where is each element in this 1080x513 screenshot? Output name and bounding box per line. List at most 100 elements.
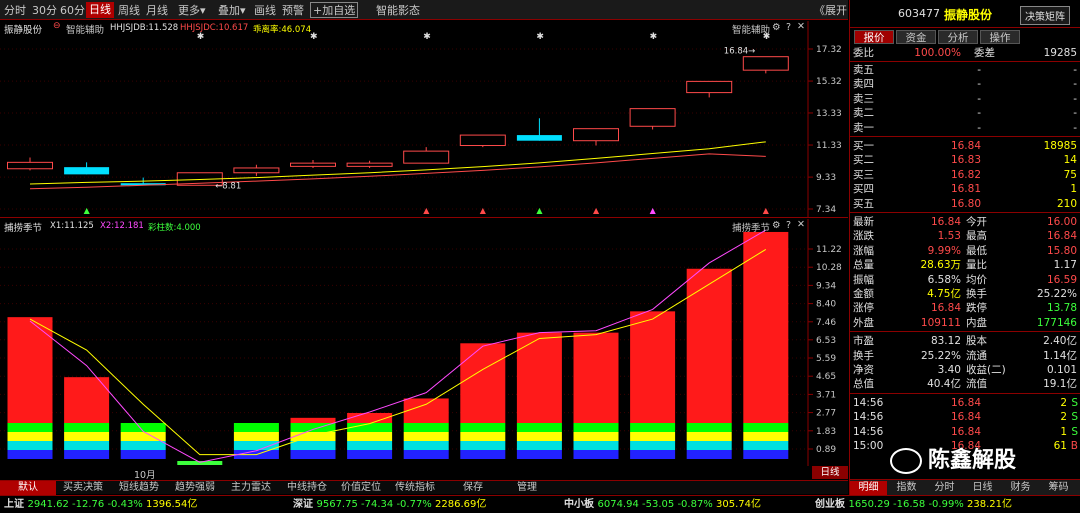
quote-bottom-tab[interactable]: 日线 [964,481,1001,495]
help-icon[interactable]: ? [786,220,791,231]
indicator-color-band [460,423,506,432]
tab-weekly[interactable]: 周线 [118,3,140,18]
indicator-bar [743,231,789,423]
value-tick-label: 8.40 [816,300,836,310]
indicator-color-band [290,450,336,459]
template-tab[interactable]: 价值定位 [334,481,388,495]
period-badge: 日线 [812,466,848,479]
indicator-dropdown-icon[interactable]: ⊖ [53,21,61,31]
indicator-color-band [573,450,619,459]
template-tab[interactable]: 趋势强弱 [168,481,222,495]
ask-price: - [977,78,981,91]
fund-value: 0.101 [1046,364,1077,376]
expand-button[interactable]: 《展开 [814,3,847,18]
candle-body [459,134,506,147]
index-quote[interactable]: 中小板 6074.94 -53.05 -0.87% 305.74亿 [564,496,761,513]
index-quote[interactable]: 创业板 1650.29 -16.58 -0.99% 238.21亿 [815,496,1012,513]
template-tab[interactable]: 买卖决策 [56,481,110,495]
indicator-panel[interactable]: 11.22 10.28 9.34 8.40 7.46 6.53 5.59 4.65 3.71 2.… [0,219,848,466]
ask-volume: - [1073,107,1077,120]
alert-button[interactable]: 预警 [282,3,304,18]
help-icon[interactable]: ? [786,22,791,33]
value-tick-label: 0.89 [816,445,836,455]
quote-bottom-tab[interactable]: 指数 [888,481,925,495]
ask-label: 卖一 [853,121,874,134]
indicator-color-band [686,423,732,432]
ask-volume: - [1073,78,1077,91]
quote-bottom-tab[interactable]: 分时 [926,481,963,495]
indicator-bar-count: 彩柱数:4.000 [148,223,201,233]
template-tab[interactable]: 默认 [0,481,56,495]
decision-matrix-button[interactable]: 决策矩阵 [1020,6,1070,25]
indicator-color-band [630,441,676,450]
price-tick-label: 11.33 [816,141,842,151]
template-tab[interactable]: 保存 [446,481,500,495]
tab-intraday[interactable]: 分时 [4,3,26,18]
template-tab[interactable]: 中线持仓 [280,481,334,495]
index-name: 深证 [293,499,317,510]
fund-value: 83.12 [930,335,961,348]
stat-value: 4.75亿 [927,288,961,300]
bid-price: 16.84 [950,140,981,152]
template-tab[interactable]: 管理 [500,481,554,495]
divider [850,392,1080,394]
close-icon[interactable]: ✕ [797,21,805,32]
close-icon[interactable]: ✕ [797,219,805,230]
smart-pattern-button[interactable]: 智能影态 [376,3,420,18]
tab-daily[interactable]: 日线 [86,2,114,18]
quote-tab[interactable]: 报价 [854,30,894,44]
candle-body [233,167,280,174]
quote-row: 14:56 16.84 1 S [850,425,1080,440]
quote-row: 卖一 - - [850,121,1080,136]
quote-tab[interactable]: 资金 [896,30,936,44]
quote-row: 买一 16.84 18985 [850,139,1080,154]
gear-icon[interactable]: ⚙ [772,22,781,33]
quote-tab[interactable]: 分析 [938,30,978,44]
stat-label: 最高 [966,230,987,243]
candlestick-panel[interactable]: 17.32 15.32 13.33 11.33 9.33 7.34 ✱ ✱ ✱ ✱ ✱ ✱ ▲ ▲ ▲ ▲ ▲ ▲… [0,21,848,218]
draw-line-button[interactable]: 画线 [254,3,276,18]
indicator-color-band [403,450,449,459]
quote-bottom-tab[interactable]: 筹码 [1040,481,1077,495]
indicator-bar [290,417,336,423]
tick-side: S [1071,411,1078,424]
value-tick-label: 7.46 [816,318,836,328]
stat-value: 16.84 [930,302,961,315]
tab-monthly[interactable]: 月线 [146,3,168,18]
double-chevron-left-icon: 《 [814,4,825,17]
stock-name-label: 振静股份 [4,25,43,36]
overlay-menu[interactable]: 叠加▾ [218,3,246,18]
indicator-color-band [743,441,789,450]
quote-row: 买五 16.80 210 [850,197,1080,212]
tick-side: S [1071,396,1078,409]
indicator-chart[interactable]: 11.22 10.28 9.34 8.40 7.46 6.53 5.59 4.65 3.71 2.… [0,219,848,466]
indicator-title: 捕捞季节 [4,223,43,234]
indicator-color-band [686,441,732,450]
stat-value: 25.22% [1036,288,1077,300]
index-name: 上证 [4,499,28,510]
candle-body [742,56,789,71]
bid-price: 16.83 [950,154,981,167]
template-tab[interactable]: 传统指标 [388,481,442,495]
more-menu[interactable]: 更多▾ [178,3,206,18]
quote-header: 603477 振静股份 决策矩阵 [850,0,1080,28]
add-favorite-button[interactable]: +加自选 [310,2,359,18]
index-quote[interactable]: 深证 9567.75 -74.34 -0.77% 2286.69亿 [293,496,486,513]
quote-tab[interactable]: 操作 [980,30,1020,44]
fund-label: 市盈 [853,335,874,348]
indicator-color-band [686,432,732,441]
candlestick-chart[interactable]: 17.3215.3213.3311.339.337.34✱ ✱ ✱ ✱ ✱ ✱▲ ▲ ▲ ▲ ▲ ▲… [0,21,848,218]
index-quote[interactable]: 上证 2941.62 -12.76 -0.43% 1396.54亿 [4,496,197,513]
tab-30min[interactable]: 30分 [32,3,57,18]
ask-label: 卖二 [853,107,874,120]
index-amount: 2286.69亿 [435,499,487,510]
indicator-color-band [630,450,676,459]
quote-bottom-tab[interactable]: 明细 [850,481,887,495]
stat-label: 外盘 [853,316,874,329]
index-change: -12.76 [72,499,108,510]
quote-bottom-tab[interactable]: 财务 [1002,481,1039,495]
tab-60min[interactable]: 60分 [60,3,85,18]
template-tab[interactable]: 主力雷达 [224,481,278,495]
template-tab[interactable]: 短线趋势 [112,481,166,495]
gear-icon[interactable]: ⚙ [772,220,781,231]
